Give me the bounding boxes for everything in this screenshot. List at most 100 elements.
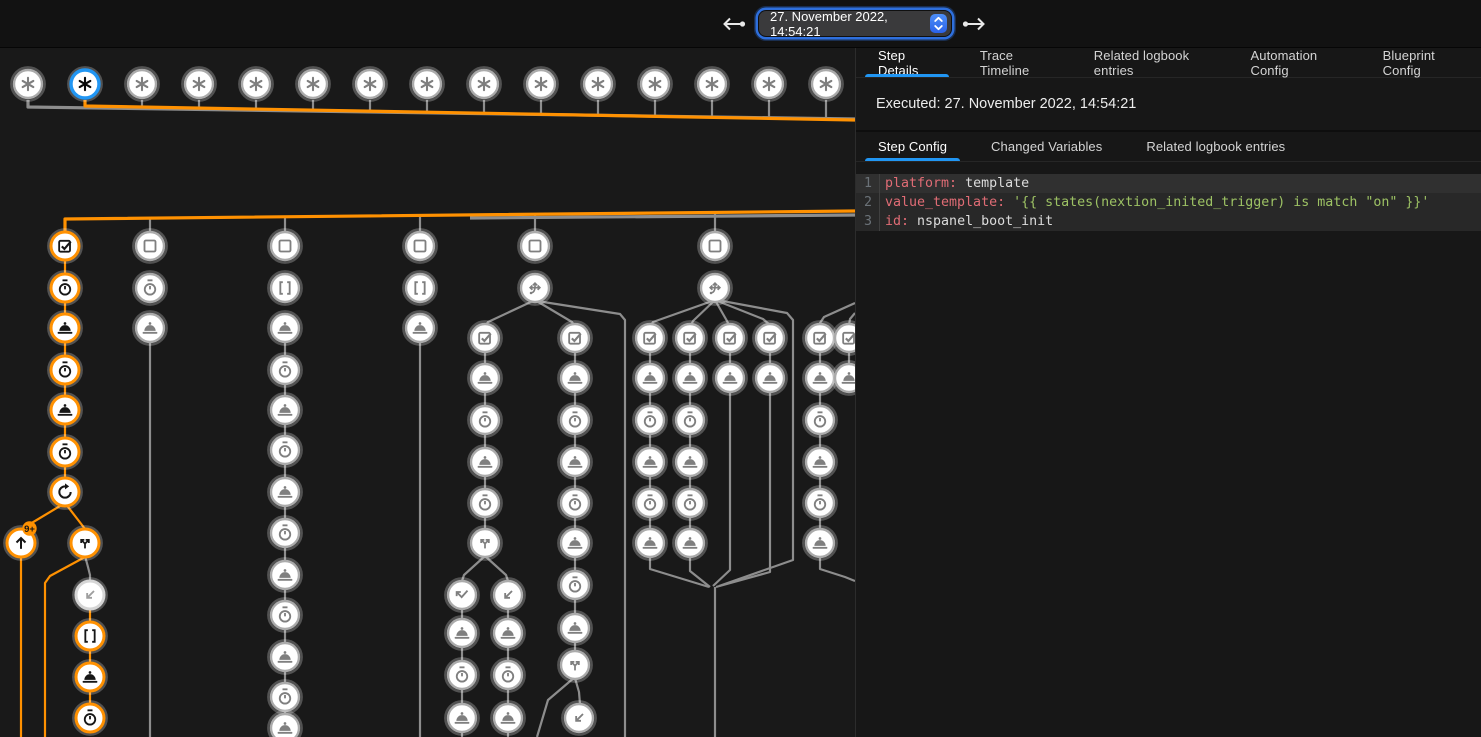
graph-node-timer[interactable]: [558, 403, 591, 436]
graph-node-bell[interactable]: [713, 361, 746, 394]
graph-node-checkbox[interactable]: [753, 321, 786, 354]
graph-node-timer[interactable]: [268, 516, 301, 549]
graph-node-bell[interactable]: [633, 445, 666, 478]
graph-node-bell[interactable]: [558, 361, 591, 394]
graph-node-asterisk[interactable]: [581, 67, 614, 100]
graph-node-asterisk[interactable]: [296, 67, 329, 100]
graph-node-repeat[interactable]: [48, 475, 81, 508]
graph-node-timer[interactable]: [468, 486, 501, 519]
graph-node-timer[interactable]: [268, 598, 301, 631]
graph-node-timer[interactable]: [468, 403, 501, 436]
graph-node-bell[interactable]: [268, 393, 301, 426]
graph-node-bell[interactable]: [73, 660, 106, 693]
graph-node-brackets[interactable]: [268, 271, 301, 304]
graph-node-timer[interactable]: [558, 568, 591, 601]
graph-node-bell[interactable]: [491, 616, 524, 649]
graph-node-asterisk[interactable]: [353, 67, 386, 100]
graph-node-bell[interactable]: [803, 526, 836, 559]
trace-graph-canvas[interactable]: 9+: [0, 48, 855, 737]
graph-node-timer[interactable]: [445, 658, 478, 691]
graph-node-choose[interactable]: [698, 271, 731, 304]
graph-node-square[interactable]: [518, 229, 551, 262]
graph-node-timer[interactable]: [133, 271, 166, 304]
graph-node-timer[interactable]: [633, 403, 666, 436]
graph-node-bell[interactable]: [673, 526, 706, 559]
graph-node-asterisk[interactable]: [410, 67, 443, 100]
graph-node-timer[interactable]: [673, 403, 706, 436]
graph-node-bell[interactable]: [468, 361, 501, 394]
graph-node-asterisk[interactable]: [182, 67, 215, 100]
graph-node-asterisk[interactable]: [752, 67, 785, 100]
tab-related-logbook-entries[interactable]: Related logbook entries: [1124, 132, 1307, 161]
graph-node-timer[interactable]: [73, 701, 106, 734]
graph-node-bell[interactable]: [445, 616, 478, 649]
graph-node-square[interactable]: [268, 229, 301, 262]
graph-node-bell[interactable]: [633, 361, 666, 394]
graph-node-timer[interactable]: [48, 435, 81, 468]
graph-node-fork[interactable]: [558, 648, 591, 681]
graph-node-arrow-bl[interactable]: [491, 578, 524, 611]
graph-node-bell[interactable]: [803, 445, 836, 478]
graph-node-timer[interactable]: [48, 353, 81, 386]
graph-node-bell[interactable]: [673, 361, 706, 394]
graph-node-bell[interactable]: [558, 611, 591, 644]
graph-node-bell[interactable]: [558, 526, 591, 559]
graph-node-timer[interactable]: [558, 486, 591, 519]
graph-node-checkbox[interactable]: [673, 321, 706, 354]
graph-node-timer[interactable]: [268, 353, 301, 386]
graph-node-bell[interactable]: [268, 711, 301, 737]
graph-node-bell[interactable]: [445, 701, 478, 734]
graph-node-timer[interactable]: [803, 403, 836, 436]
graph-node-bell[interactable]: [48, 393, 81, 426]
graph-node-asterisk[interactable]: [239, 67, 272, 100]
graph-node-brackets[interactable]: [73, 619, 106, 652]
graph-node-bell[interactable]: [48, 311, 81, 344]
tab-automation-config[interactable]: Automation Config: [1228, 48, 1360, 77]
graph-node-asterisk[interactable]: [638, 67, 671, 100]
graph-node-asterisk[interactable]: [467, 67, 500, 100]
graph-node-asterisk[interactable]: [11, 67, 44, 100]
graph-node-timer[interactable]: [48, 271, 81, 304]
graph-node-asterisk[interactable]: [695, 67, 728, 100]
graph-node-bell[interactable]: [491, 701, 524, 734]
graph-node-asterisk[interactable]: [809, 67, 842, 100]
graph-node-checkbox[interactable]: [832, 321, 855, 354]
graph-node-bell[interactable]: [468, 445, 501, 478]
graph-node-bell[interactable]: [268, 475, 301, 508]
graph-node-bell[interactable]: [268, 558, 301, 591]
tab-changed-variables[interactable]: Changed Variables: [969, 132, 1124, 161]
graph-node-arrow-bl[interactable]: [562, 701, 595, 734]
tab-blueprint-config[interactable]: Blueprint Config: [1361, 48, 1481, 77]
graph-node-bell[interactable]: [558, 445, 591, 478]
graph-node-square[interactable]: [698, 229, 731, 262]
graph-node-fork[interactable]: [468, 526, 501, 559]
code-editor[interactable]: 1platform: template2value_template: '{{ …: [856, 174, 1481, 231]
next-trace-button[interactable]: [958, 11, 992, 37]
graph-node-timer[interactable]: [673, 486, 706, 519]
graph-node-checkbox[interactable]: [558, 321, 591, 354]
graph-node-bell[interactable]: [832, 361, 855, 394]
graph-node-checkbox[interactable]: [633, 321, 666, 354]
graph-node-asterisk[interactable]: [68, 67, 101, 100]
tab-trace-timeline[interactable]: Trace Timeline: [958, 48, 1072, 77]
graph-node-checkbox[interactable]: [468, 321, 501, 354]
graph-node-checkbox[interactable]: [713, 321, 746, 354]
trace-picker-select[interactable]: 27. November 2022, 14:54:21: [759, 11, 951, 36]
graph-node-bell[interactable]: [633, 526, 666, 559]
graph-node-bell[interactable]: [268, 311, 301, 344]
tab-step-config[interactable]: Step Config: [856, 132, 969, 161]
graph-node-timer[interactable]: [633, 486, 666, 519]
tab-step-details[interactable]: Step Details: [856, 48, 958, 77]
graph-node-bell[interactable]: [673, 445, 706, 478]
previous-trace-button[interactable]: [716, 11, 750, 37]
graph-node-square[interactable]: [133, 229, 166, 262]
graph-node-bell[interactable]: [403, 311, 436, 344]
graph-node-fork[interactable]: [68, 526, 101, 559]
graph-node-choose[interactable]: [518, 271, 551, 304]
graph-node-asterisk[interactable]: [524, 67, 557, 100]
graph-node-checkbox[interactable]: [48, 229, 81, 262]
graph-node-asterisk[interactable]: [125, 67, 158, 100]
graph-node-bell[interactable]: [753, 361, 786, 394]
graph-node-brackets[interactable]: [403, 271, 436, 304]
graph-node-timer[interactable]: [491, 658, 524, 691]
